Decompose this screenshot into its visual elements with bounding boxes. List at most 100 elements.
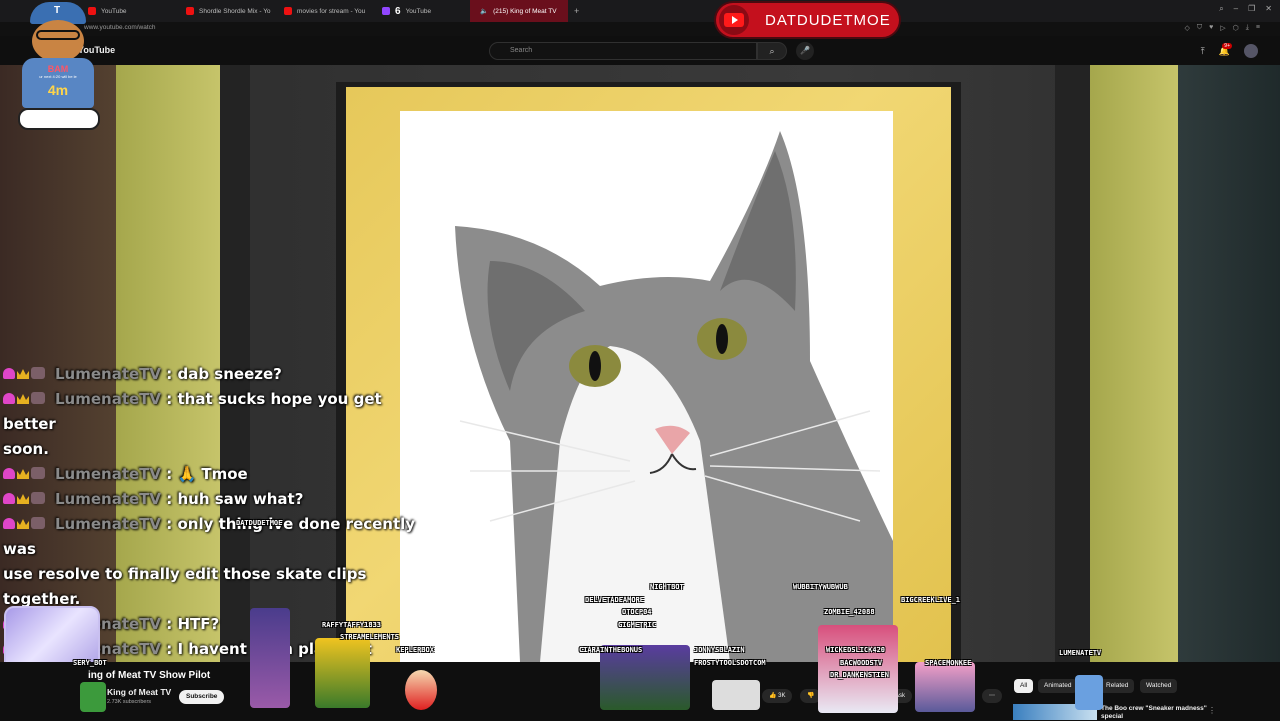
sprite-character	[405, 670, 437, 710]
bot-name: BIGCREEKLIVE_1	[901, 596, 961, 604]
bookmark-icon[interactable]: ◇	[1184, 24, 1189, 32]
chip-all[interactable]: All	[1014, 679, 1034, 693]
cat-photo	[400, 111, 893, 662]
sprite-character	[600, 645, 690, 710]
bot-name: GIGMETRIC	[618, 621, 656, 629]
bot-name: KEPLERBOX	[396, 646, 434, 654]
avatar-shirt-small: ur next 4:20 will be le	[39, 74, 77, 79]
avatar-badge-icon	[31, 367, 45, 379]
new-tab-button[interactable]: +	[568, 6, 585, 16]
crown-badge-icon	[17, 494, 29, 504]
avatar-badge-icon	[31, 467, 45, 479]
scene-panel	[1055, 65, 1090, 662]
notification-badge: 9+	[1222, 43, 1232, 49]
browser-tab[interactable]: Shordle Shordle Mix - Yo	[176, 0, 274, 22]
bot-name: SERY_BOT	[73, 659, 107, 667]
heart-icon[interactable]: ♥	[1209, 24, 1213, 32]
bot-name: ZOMBIE_42088	[824, 608, 875, 616]
bot-name: NIGHTBOT	[650, 583, 684, 591]
like-button[interactable]: 👍 3K	[762, 689, 793, 703]
chat-message: LumenateTV : that sucks hope you get bet…	[0, 387, 430, 437]
sprite-character	[80, 682, 106, 712]
bot-name: STREAMELEMENTS	[340, 633, 400, 641]
avatar-timer: 4m	[47, 82, 69, 98]
sprite-character	[915, 662, 975, 712]
streamer-avatar: T BAM ur next 4:20 will be le 4m	[8, 2, 104, 136]
chip-related[interactable]: Related	[1100, 679, 1135, 693]
search-input[interactable]: Search	[489, 42, 757, 60]
youtube-header: YouTube Search ⌕ 🎤 ⤒ 🔔 9+	[0, 36, 1280, 66]
sprite-character	[1075, 675, 1103, 710]
subscribe-button[interactable]: Subscribe	[179, 690, 225, 704]
channel-name[interactable]: King of Meat TV	[107, 687, 171, 697]
chat-username: LumenateTV	[55, 515, 162, 533]
avatar-shirt-text: BAM	[47, 64, 69, 74]
avatar-shirt: BAM ur next 4:20 will be le 4m	[22, 58, 94, 108]
cat-image	[455, 131, 893, 662]
more-options-icon[interactable]: ⋮	[1208, 706, 1216, 715]
audio-icon: 🔈	[480, 8, 489, 15]
sprite-character	[818, 625, 898, 713]
search-button[interactable]: ⌕	[757, 42, 787, 60]
youtube-icon	[186, 7, 194, 15]
shield-icon[interactable]: ⛉	[1197, 24, 1202, 32]
close-icon[interactable]: ✕	[1265, 4, 1272, 14]
crown-badge-icon	[17, 519, 29, 529]
bot-name: CIARAINTHEBONUS	[579, 646, 643, 654]
chat-text: : dab sneeze?	[166, 365, 282, 383]
bot-name: WUBBITYWUBWUB	[793, 583, 848, 591]
chat-text: : huh saw what?	[166, 490, 304, 508]
more-actions-button[interactable]: ⋯	[982, 689, 1002, 703]
play-icon[interactable]: ▷	[1220, 24, 1225, 32]
chat-username: LumenateTV	[55, 365, 162, 383]
video-title: ing of Meat TV Show Pilot	[88, 670, 211, 681]
heart-badge-icon	[3, 468, 15, 479]
avatar-glasses	[36, 30, 80, 40]
bot-name: BACWOODSTV	[840, 659, 883, 667]
account-avatar[interactable]	[1244, 44, 1258, 58]
extension-icon[interactable]: ⬡	[1233, 24, 1239, 32]
download-icon[interactable]: ⤓	[1246, 24, 1249, 32]
voice-search-button[interactable]: 🎤	[796, 42, 814, 60]
chat-message: LumenateTV : only thing ive done recentl…	[0, 512, 430, 562]
menu-icon[interactable]: ≡	[1256, 24, 1260, 32]
recommended-title[interactable]: The Boo crew "Sneaker madness" special	[1101, 705, 1211, 721]
sprite-character	[712, 680, 760, 710]
chat-username: LumenateTV	[55, 490, 162, 508]
bot-name: SPACEMONKEE	[925, 659, 972, 667]
browser-tab-bar: YouTube Shordle Shordle Mix - Yo movies …	[0, 0, 1280, 22]
chat-message: LumenateTV : huh saw what?	[0, 487, 430, 512]
minimize-icon[interactable]: –	[1234, 4, 1238, 14]
maximize-icon[interactable]: ❐	[1248, 4, 1255, 14]
sprite-character	[250, 608, 290, 708]
crown-badge-icon	[17, 394, 29, 404]
heart-badge-icon	[3, 493, 15, 504]
chat-username: LumenateTV	[55, 390, 162, 408]
youtube-icon	[284, 7, 292, 15]
chip-animated[interactable]: Animated	[1038, 679, 1078, 693]
avatar-shoes	[18, 108, 100, 130]
crown-badge-icon	[17, 369, 29, 379]
browser-tab[interactable]: 6 YouTube	[372, 0, 470, 22]
search-tabs-icon[interactable]: ⌕	[1219, 4, 1223, 14]
heart-badge-icon	[3, 368, 15, 379]
youtube-play-icon	[719, 5, 749, 35]
thumbs-up-icon: 👍	[769, 693, 779, 699]
browser-tab[interactable]: movies for stream - You	[274, 0, 372, 22]
avatar-badge-icon	[31, 492, 45, 504]
chip-watched[interactable]: Watched	[1140, 679, 1178, 693]
thumbs-down-icon: 👎	[807, 693, 815, 699]
scene-wall-right	[1178, 65, 1280, 662]
browser-tab-active[interactable]: 🔈 (215) King of Meat TV	[470, 0, 568, 22]
bot-name: WICKEDSLICK420	[826, 646, 886, 654]
sprite-character	[315, 638, 370, 708]
avatar-face	[32, 20, 84, 62]
crown-badge-icon	[17, 469, 29, 479]
tab-count: 6	[395, 5, 401, 17]
chat-text: : 🙏 Tmoe	[166, 465, 248, 483]
address-bar: www.youtube.com/watch ◇ ⛉ ♥ ▷ ⬡ ⤓ ≡	[0, 22, 1280, 36]
chat-message: LumenateTV : 🙏 Tmoe	[0, 462, 430, 487]
avatar-badge-icon	[31, 517, 45, 529]
upload-icon[interactable]: ⤒	[1201, 46, 1205, 57]
heart-badge-icon	[3, 393, 15, 404]
